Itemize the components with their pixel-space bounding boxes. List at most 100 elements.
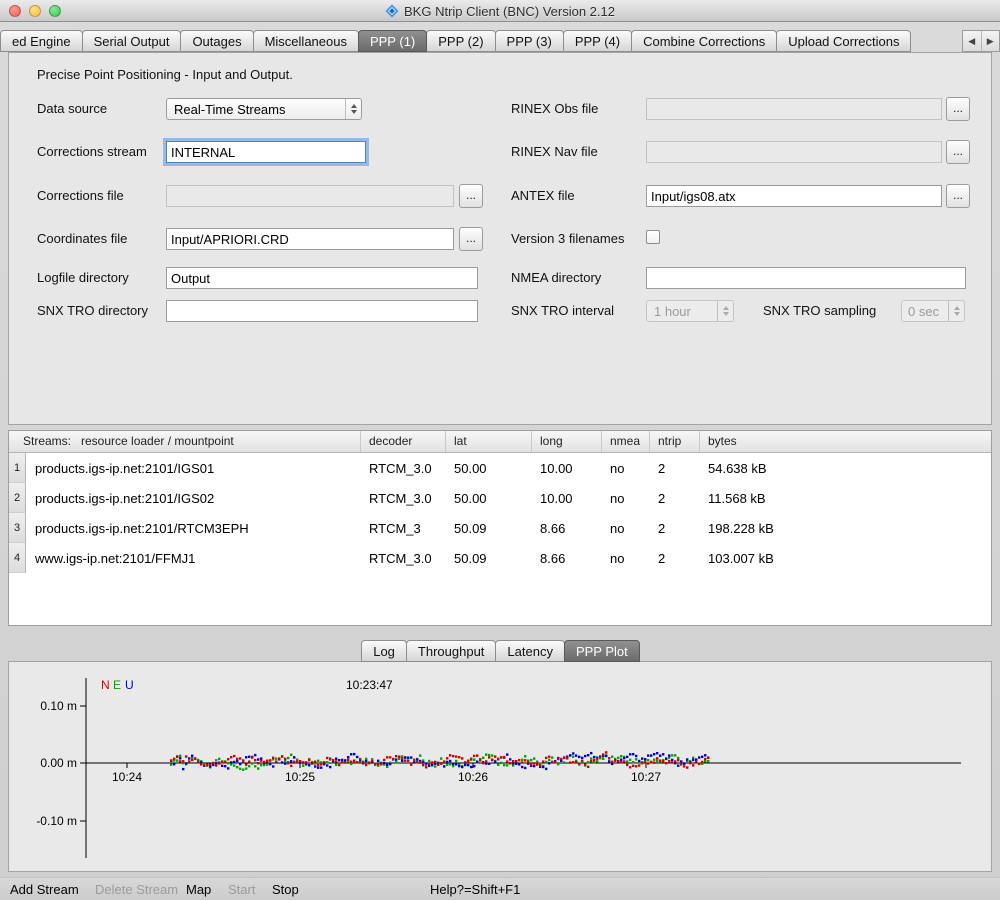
app-icon — [385, 4, 399, 18]
legend-n: N — [101, 678, 110, 692]
header-ntrip[interactable]: ntrip — [650, 431, 700, 452]
tab-combine-corrections[interactable]: Combine Corrections — [631, 30, 777, 52]
tab-throughput[interactable]: Throughput — [406, 640, 497, 662]
antex-file-label: ANTEX file — [511, 188, 575, 203]
header-long[interactable]: long — [532, 431, 602, 452]
tab-outages[interactable]: Outages — [180, 30, 253, 52]
coordinates-file-browse-button[interactable]: ... — [459, 227, 483, 251]
statusbar: Add Stream Delete Stream Map Start Stop … — [0, 877, 1000, 900]
rinex-nav-browse-button[interactable]: ... — [946, 140, 970, 164]
tab-scroll-left-icon[interactable]: ◀ — [963, 31, 981, 51]
bnc-window: BKG Ntrip Client (BNC) Version 2.12 ed E… — [0, 0, 1000, 900]
rinex-obs-file-label: RINEX Obs file — [511, 101, 598, 116]
tab-serial-output[interactable]: Serial Output — [82, 30, 182, 52]
table-row[interactable]: 4 www.igs-ip.net:2101/FFMJ1 RTCM_3.0 50.… — [9, 543, 991, 573]
cell-mountpoint: products.igs-ip.net:2101/RTCM3EPH — [26, 513, 361, 543]
cell-ntrip: 2 — [650, 483, 700, 513]
cell-lat: 50.00 — [446, 483, 532, 513]
snx-tro-interval-select: 1 hour — [646, 300, 734, 322]
tab-miscellaneous[interactable]: Miscellaneous — [253, 30, 359, 52]
rinex-obs-browse-button[interactable]: ... — [946, 97, 970, 121]
y-tick-label: 0.10 m — [40, 699, 77, 713]
main-tabbar: ed Engine Serial Output Outages Miscella… — [0, 30, 910, 52]
cell-lat: 50.09 — [446, 543, 532, 573]
add-stream-button[interactable]: Add Stream — [10, 882, 79, 897]
spin-stepper-icon — [948, 301, 964, 321]
cell-bytes: 11.568 kB — [700, 483, 991, 513]
tab-upload-corrections[interactable]: Upload Corrections — [776, 30, 911, 52]
nmea-directory-label: NMEA directory — [511, 270, 601, 285]
data-source-select[interactable]: Real-Time Streams — [166, 98, 362, 120]
tab-ppp-plot[interactable]: PPP Plot — [564, 640, 640, 662]
combo-stepper-icon — [717, 301, 733, 321]
version3-filenames-checkbox[interactable] — [646, 230, 660, 244]
y-tick-label: 0.00 m — [40, 756, 77, 770]
map-button[interactable]: Map — [186, 882, 211, 897]
header-decoder[interactable]: decoder — [361, 431, 446, 452]
x-tick-label: 10:24 — [112, 770, 142, 784]
cell-decoder: RTCM_3.0 — [361, 483, 446, 513]
header-nmea[interactable]: nmea — [602, 431, 650, 452]
snx-tro-interval-value: 1 hour — [654, 304, 691, 319]
table-row[interactable]: 2 products.igs-ip.net:2101/IGS02 RTCM_3.… — [9, 483, 991, 513]
cell-nmea: no — [602, 513, 650, 543]
corrections-file-browse-button[interactable]: ... — [459, 184, 483, 208]
x-tick-label: 10:26 — [458, 770, 488, 784]
tab-log[interactable]: Log — [361, 640, 407, 662]
cell-nmea: no — [602, 483, 650, 513]
cell-long: 8.66 — [532, 543, 602, 573]
coordinates-file-input[interactable] — [166, 228, 454, 250]
logfile-directory-label: Logfile directory — [37, 270, 129, 285]
tab-ppp-3[interactable]: PPP (3) — [495, 30, 564, 52]
snx-tro-directory-label: SNX TRO directory — [37, 303, 148, 318]
cell-bytes: 198.228 kB — [700, 513, 991, 543]
cell-lat: 50.00 — [446, 453, 532, 483]
snx-tro-sampling-spinbox: 0 sec — [901, 300, 965, 322]
tab-scroll-buttons: ◀ ▶ — [962, 30, 1000, 52]
row-number[interactable]: 4 — [9, 543, 26, 573]
cell-long: 10.00 — [532, 453, 602, 483]
header-mountpoint[interactable]: Streams: resource loader / mountpoint — [9, 431, 361, 452]
cell-ntrip: 2 — [650, 453, 700, 483]
rinex-nav-file-input — [646, 141, 942, 163]
header-lat[interactable]: lat — [446, 431, 532, 452]
tab-scroll-right-icon[interactable]: ▶ — [981, 31, 1000, 51]
table-row[interactable]: 3 products.igs-ip.net:2101/RTCM3EPH RTCM… — [9, 513, 991, 543]
series-north — [170, 751, 709, 769]
table-row[interactable]: 1 products.igs-ip.net:2101/IGS01 RTCM_3.… — [9, 453, 991, 483]
window-title-text: BKG Ntrip Client (BNC) Version 2.12 — [404, 4, 615, 19]
stop-button[interactable]: Stop — [272, 882, 299, 897]
cell-nmea: no — [602, 453, 650, 483]
snx-tro-directory-input[interactable] — [166, 300, 478, 322]
cell-bytes: 103.007 kB — [700, 543, 991, 573]
cell-mountpoint: www.igs-ip.net:2101/FFMJ1 — [26, 543, 361, 573]
tab-ppp-2[interactable]: PPP (2) — [426, 30, 495, 52]
tab-ppp-1[interactable]: PPP (1) — [358, 30, 427, 52]
row-number[interactable]: 2 — [9, 483, 26, 513]
row-number[interactable]: 1 — [9, 453, 26, 483]
streams-table-header: Streams: resource loader / mountpoint de… — [9, 431, 991, 453]
row-number[interactable]: 3 — [9, 513, 26, 543]
series-east — [170, 753, 709, 771]
logfile-directory-input[interactable] — [166, 267, 478, 289]
x-tick-label: 10:25 — [285, 770, 315, 784]
pane-description: Precise Point Positioning - Input and Ou… — [37, 67, 293, 82]
header-bytes[interactable]: bytes — [700, 431, 991, 452]
rinex-nav-file-label: RINEX Nav file — [511, 144, 598, 159]
cell-decoder: RTCM_3 — [361, 513, 446, 543]
corrections-stream-input[interactable] — [166, 141, 366, 163]
tab-latency[interactable]: Latency — [495, 640, 565, 662]
help-shortcut-label: Help?=Shift+F1 — [430, 882, 520, 897]
corrections-stream-label: Corrections stream — [37, 144, 147, 159]
snx-tro-interval-label: SNX TRO interval — [511, 303, 614, 318]
tab-ppp-4[interactable]: PPP (4) — [563, 30, 632, 52]
tab-feed-engine[interactable]: ed Engine — [0, 30, 83, 52]
legend-e: E — [113, 678, 121, 692]
start-button: Start — [228, 882, 255, 897]
cell-decoder: RTCM_3.0 — [361, 453, 446, 483]
antex-file-input[interactable] — [646, 185, 942, 207]
corrections-file-label: Corrections file — [37, 188, 124, 203]
streams-table: Streams: resource loader / mountpoint de… — [8, 430, 992, 626]
nmea-directory-input[interactable] — [646, 267, 966, 289]
antex-browse-button[interactable]: ... — [946, 184, 970, 208]
